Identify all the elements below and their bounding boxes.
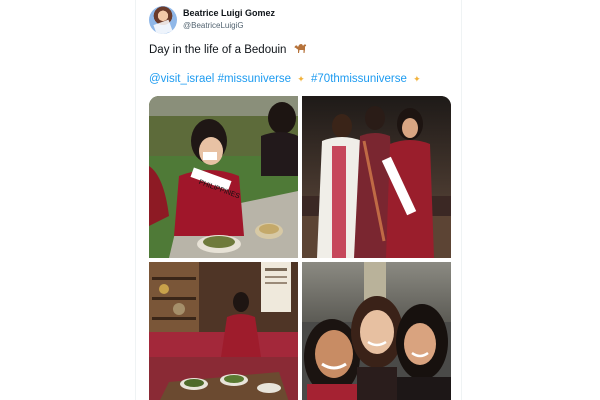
photo-bottom-right-image (304, 262, 451, 400)
tweet-text: Day in the life of a Bedouin (149, 42, 307, 56)
photo-top-left[interactable]: PHILIPPINES (149, 96, 298, 258)
tweet-text-body: Day in the life of a Bedouin (149, 44, 287, 56)
hashtag-70thmissuniverse[interactable]: #70thmissuniverse (311, 73, 407, 85)
tweet-header: Beatrice Luigi Gomez @BeatriceLuigiG (149, 6, 449, 36)
author-name[interactable]: Beatrice Luigi Gomez (183, 8, 275, 18)
mention-visit-israel[interactable]: @visit_israel (149, 73, 214, 85)
media-grid: PHILIPPINES (149, 96, 451, 400)
tweet-card[interactable]: Beatrice Luigi Gomez @BeatriceLuigiG Day… (135, 0, 462, 400)
avatar[interactable] (149, 6, 177, 34)
photo-top-right[interactable] (302, 96, 451, 258)
photo-bottom-left-image (149, 262, 298, 400)
photo-top-right-image (302, 106, 451, 258)
sparkle-icon: ✦ (413, 74, 421, 84)
camel-icon (294, 44, 306, 53)
photo-top-left-image: PHILIPPINES (149, 96, 298, 258)
photo-bottom-left[interactable] (149, 262, 298, 400)
author-handle[interactable]: @BeatriceLuigiG (183, 21, 244, 30)
hashtag-missuniverse[interactable]: #missuniverse (218, 73, 292, 85)
hashtag-line: @visit_israel #missuniverse ✦ #70thmissu… (149, 73, 424, 85)
sparkle-icon: ✦ (297, 74, 305, 84)
photo-bottom-right[interactable] (302, 262, 451, 400)
